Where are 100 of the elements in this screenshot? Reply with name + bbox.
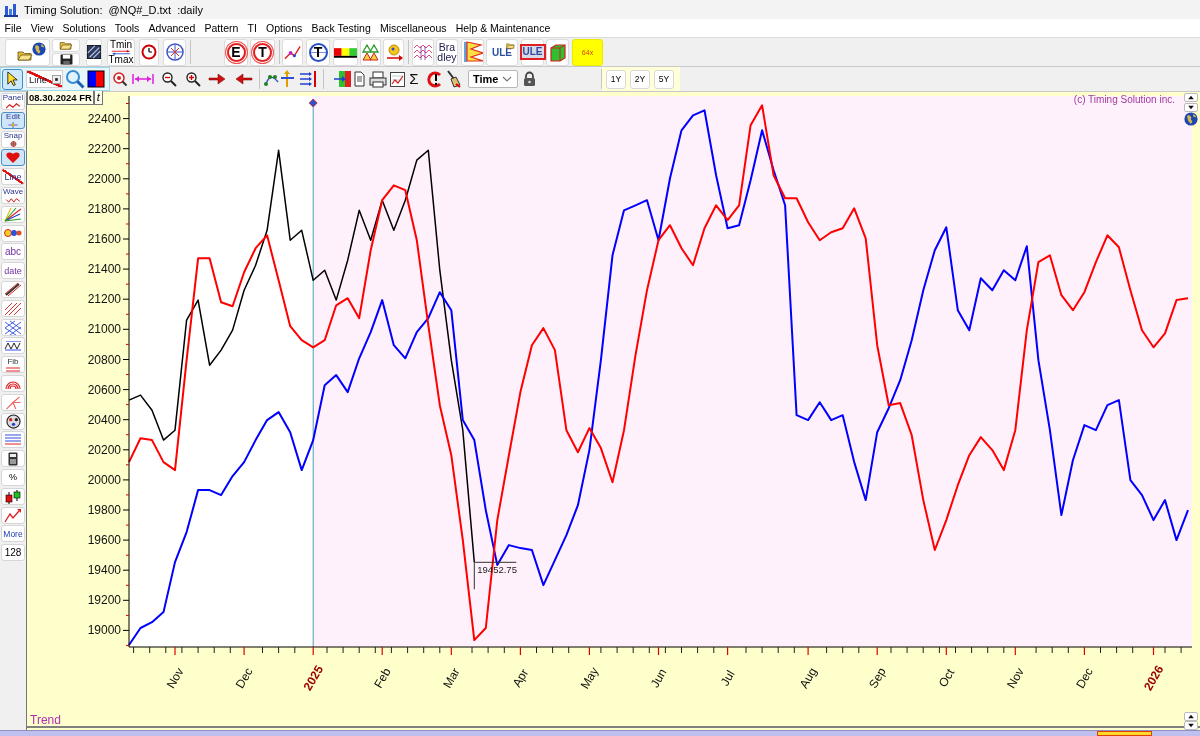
tool-button[interactable]: More (1, 525, 25, 543)
zoom-target-icon[interactable] (112, 71, 128, 87)
scroll-up-button[interactable] (1184, 93, 1198, 102)
axis-label: 20400 (87, 412, 121, 427)
axis-label: Sep (865, 665, 889, 691)
triangles-icon (362, 43, 379, 61)
axis-label: 22200 (87, 141, 121, 156)
caret-down-icon (1187, 723, 1195, 728)
toolbar-button[interactable] (163, 38, 186, 66)
globe-icon (32, 41, 46, 56)
chart-icon[interactable] (390, 71, 405, 87)
lock-icon[interactable] (522, 71, 537, 87)
diamond-icon[interactable] (308, 98, 318, 108)
axis-label: Oct (935, 666, 958, 690)
axis-label: 20000 (87, 472, 121, 487)
open-button[interactable] (52, 38, 80, 52)
chevron-down-icon (502, 76, 512, 82)
globe-icon[interactable] (1184, 112, 1198, 126)
document-icon[interactable] (354, 71, 365, 87)
menu-item[interactable]: Help & Maintenance (451, 21, 555, 35)
toolbar-button[interactable] (333, 38, 358, 66)
time-select[interactable]: Time (468, 70, 518, 88)
axis-label: 19800 (87, 503, 121, 517)
alert-circle-icon[interactable] (427, 70, 443, 88)
label-toggle-button[interactable]: t (93, 91, 103, 105)
dotted-arc-icon[interactable] (263, 72, 280, 86)
menu-item[interactable]: Miscellaneous (375, 21, 452, 35)
menu-item[interactable]: View (26, 21, 58, 35)
letter-button[interactable]: T (306, 38, 330, 66)
tool-button[interactable]: Snap (1, 130, 25, 148)
ule-button[interactable]: ULE (486, 38, 518, 66)
axis-label: 21800 (87, 201, 121, 216)
candlestick-icon (4, 488, 22, 504)
tool-button[interactable]: % (1, 468, 25, 486)
caret-up-icon (1187, 95, 1195, 100)
toolbar-button[interactable] (86, 38, 102, 66)
axis-label: 21400 (87, 262, 121, 277)
compass-icon (165, 43, 184, 61)
tool-button[interactable]: abc (1, 243, 25, 261)
scroll-down-button[interactable] (1184, 103, 1198, 112)
tool-button[interactable]: Edit (1, 111, 25, 129)
dropdown-icon (52, 74, 61, 84)
clock-icon (141, 44, 157, 60)
menu-item[interactable]: Back Testing (306, 21, 376, 35)
zigzag-arrow-icon (4, 507, 22, 523)
horizontal-lines-icon (5, 366, 21, 372)
pointer-button[interactable] (2, 68, 23, 90)
axis-label: 20800 (87, 352, 121, 367)
window-title: Timing Solution: @NQ#_D.txt :daily (24, 3, 203, 16)
axis-label: Jul (717, 667, 738, 689)
axis-label: 21200 (87, 292, 121, 307)
range-button[interactable]: 5Y (654, 69, 674, 89)
zoom-in-icon[interactable] (185, 71, 201, 87)
axis-label: 19200 (87, 593, 121, 608)
menu-item[interactable]: Tools (110, 21, 144, 35)
open-button[interactable] (5, 38, 50, 66)
hatched-square-icon (87, 44, 101, 60)
save-button[interactable] (52, 52, 80, 66)
axis-label: 21600 (87, 232, 121, 246)
magnifier-icon[interactable] (65, 69, 85, 89)
crossed-arrows-icon[interactable] (280, 70, 295, 88)
scroll-up-button[interactable] (1184, 712, 1198, 721)
printer-icon[interactable] (369, 70, 387, 88)
axis-label: 19000 (87, 623, 121, 638)
letter-button[interactable]: E (224, 38, 248, 66)
ule-button[interactable]: ULE (521, 38, 544, 66)
logo-icon (4, 2, 18, 17)
axis-label: 22000 (87, 171, 121, 186)
line-chart-icon (283, 43, 302, 61)
scroll-thumb[interactable] (1097, 731, 1152, 736)
menu-item[interactable]: TI (242, 21, 262, 35)
tool-button[interactable]: Panel (1, 93, 25, 110)
tmin-tmax-button[interactable]: Tmin Tmax (107, 38, 135, 66)
tool-button[interactable]: date (1, 262, 25, 280)
menu-item[interactable]: Options (261, 21, 307, 35)
range-button[interactable]: 2Y (630, 69, 650, 89)
menu-item[interactable]: Advanced (143, 21, 200, 35)
arrows-to-bar-icon[interactable] (299, 70, 317, 88)
arrow-into-box-icon[interactable] (333, 70, 352, 88)
tool-button[interactable]: Fib (1, 356, 25, 374)
menu-item[interactable]: File (0, 21, 27, 35)
broom-icon[interactable] (445, 70, 462, 88)
tool-button[interactable]: Wave (1, 187, 25, 204)
axis-label: Apr (509, 666, 532, 690)
arrow-left-icon[interactable] (235, 73, 253, 85)
zoom-out-icon[interactable] (161, 71, 177, 87)
axis-label: 21000 (87, 322, 121, 337)
menu-item[interactable]: Solutions (57, 21, 111, 35)
pitchfork-icon (4, 394, 22, 410)
menu-item[interactable]: Pattern (199, 21, 243, 35)
arrow-right-icon[interactable] (208, 73, 226, 85)
split-square-icon[interactable] (87, 70, 105, 88)
axis-label: 22400 (87, 111, 121, 126)
bradley-button[interactable]: Bra dley (436, 38, 458, 66)
range-button[interactable]: 1Y (606, 69, 626, 89)
floppy-icon (59, 53, 73, 65)
sum-button[interactable]: Σ (408, 71, 420, 87)
letter-button[interactable]: T (250, 38, 275, 66)
tool-button[interactable]: 128 (1, 544, 25, 562)
line-select[interactable]: Line (26, 70, 63, 88)
